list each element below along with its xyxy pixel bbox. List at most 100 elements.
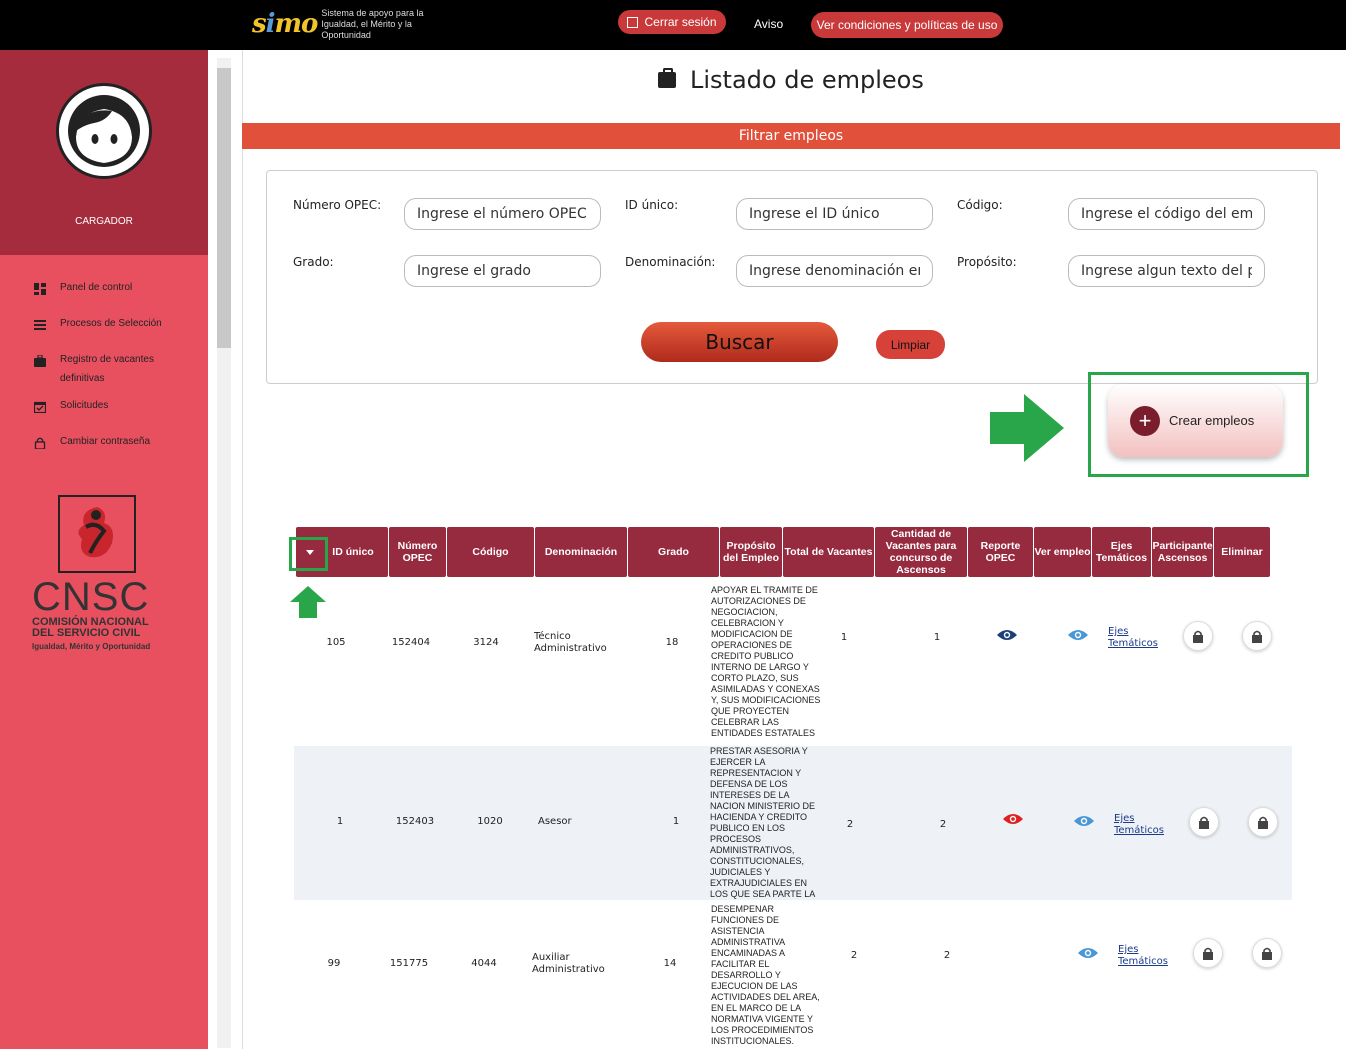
ver-empleo-eye-icon[interactable] [1078,946,1098,960]
th-denominacion[interactable]: Denominación [535,527,627,577]
lock-icon [1203,947,1213,960]
ejes-tematicos-link[interactable]: Ejes Temáticos [1118,944,1178,968]
cnsc-emblem [58,495,136,573]
cell-total-vacantes: 1 [840,632,848,643]
th-numero-opec[interactable]: Número OPEC [389,527,446,577]
crear-empleos-label: Crear empleos [1169,413,1255,428]
table-row: 105 152404 3124 Técnico Administrativo 1… [294,577,1292,746]
cell-opec: 152404 [391,637,431,648]
cell-id: 1 [336,816,344,827]
plus-icon: + [1130,405,1160,436]
sidebar-item-label: Cambiar contraseña [60,436,151,447]
cell-id: 99 [327,958,341,969]
lock-icon [34,437,46,449]
cell-proposito: DESEMPENAR FUNCIONES DE ASISTENCIA ADMIN… [711,904,820,1046]
sidebar-item-label: Procesos de Selección [60,318,162,329]
cell-total-vacantes: 2 [846,819,854,830]
ejes-tematicos-link[interactable]: Ejes Temáticos [1108,626,1168,650]
dashboard-icon [34,283,46,295]
clear-button[interactable]: Limpiar [876,330,945,359]
sidebar-item-label: Solicitudes [60,400,109,411]
cnsc-abbr: CNSC [32,575,150,619]
crear-empleos-button[interactable]: + Crear empleos [1108,384,1283,457]
top-bar: simo Sistema de apoyo para la Igualdad, … [0,0,1346,50]
proposito-input[interactable] [1068,255,1265,287]
ver-empleo-eye-icon[interactable] [1068,628,1088,642]
th-reporte-opec[interactable]: Reporte OPEC [968,527,1033,577]
cnsc-line2: DEL SERVICIO CIVIL [32,627,141,639]
th-total-vacantes[interactable]: Total de Vacantes [783,527,874,577]
cell-codigo: 4044 [471,958,497,969]
filter-header: Filtrar empleos [242,123,1340,149]
cell-opec: 151775 [389,958,429,969]
cell-denominacion: Auxiliar Administrativo [532,952,605,975]
th-proposito[interactable]: Propósito del Empleo [720,527,782,577]
grado-label: Grado: [293,255,334,269]
cell-total-vacantes: 2 [850,950,858,961]
denominacion-label: Denominación: [625,255,716,269]
th-eliminar[interactable]: Eliminar [1214,527,1270,577]
th-ver-empleo[interactable]: Ver empleo [1034,527,1091,577]
sort-caret-icon[interactable] [306,550,314,555]
sidebar: CARGADOR Panel de control Procesos de Se… [0,50,208,1049]
th-vacantes-ascensos[interactable]: Cantidad de Vacantes para concurso de As… [875,527,967,577]
terms-button[interactable]: Ver condiciones y políticas de uso [811,12,1003,38]
th-codigo[interactable]: Código [447,527,534,577]
lock-icon [1199,816,1209,829]
proposito-label: Propósito: [957,255,1017,269]
opec-label: Número OPEC: [293,198,382,212]
sidebar-item-label: Panel de control [60,282,133,293]
table-row: 1 152403 1020 Asesor 1 PRESTAR ASESORIA … [294,746,1292,900]
eliminar-lock[interactable] [1252,938,1282,968]
eliminar-lock[interactable] [1242,621,1272,651]
sidebar-profile: CARGADOR [0,50,208,255]
briefcase-icon [658,68,676,88]
cell-opec: 152403 [395,816,435,827]
id-unico-input[interactable] [736,198,933,230]
codigo-label: Código: [957,198,1003,212]
lock-icon [1258,816,1268,829]
sidebar-item-cambiar-contrasena[interactable]: Cambiar contraseña [0,432,208,468]
sidebar-item-registro-vacantes[interactable]: Registro de vacantes definitivas [0,350,208,396]
simo-logo-mark: simo [252,9,318,39]
codigo-input[interactable] [1068,198,1265,230]
th-ejes-tematicos[interactable]: Ejes Temáticos [1092,527,1151,577]
cell-grado: 1 [672,816,680,827]
cell-vacantes-ascensos: 1 [933,632,941,643]
sidebar-item-label: Registro de vacantes definitivas [60,354,154,384]
cell-proposito: APOYAR EL TRAMITE DE AUTORIZACIONES DE N… [711,585,821,738]
participante-ascensos-lock[interactable] [1193,938,1223,968]
search-button[interactable]: Buscar [641,322,838,362]
aviso-link[interactable]: Aviso [754,17,783,31]
ejes-tematicos-link[interactable]: Ejes Temáticos [1114,813,1174,837]
cell-vacantes-ascensos: 2 [943,950,951,961]
logout-button[interactable]: Cerrar sesión [618,10,726,34]
reporte-opec-eye-icon[interactable] [1003,812,1023,826]
ver-empleo-eye-icon[interactable] [1074,814,1094,828]
table-row: 99 151775 4044 Auxiliar Administrativo 1… [294,900,1292,1049]
reporte-opec-eye-icon[interactable] [997,628,1017,642]
grado-input[interactable] [404,255,601,287]
user-role: CARGADOR [75,216,133,227]
lock-icon [1252,630,1262,643]
sidebar-item-panel-control[interactable]: Panel de control [0,278,208,314]
cell-id: 105 [326,637,346,648]
briefcase-icon [34,355,46,367]
participante-ascensos-lock[interactable] [1189,807,1219,837]
page-title-text: Listado de empleos [690,66,924,94]
sidebar-item-solicitudes[interactable]: Solicitudes [0,396,208,432]
id-unico-label: ID único: [625,198,679,212]
scrollbar-thumb[interactable] [217,68,231,348]
th-participante-ascensos[interactable]: Participante Ascensos [1152,527,1213,577]
page-title: Listado de empleos [658,66,924,94]
opec-input[interactable] [404,198,601,230]
lock-icon [1262,947,1272,960]
participante-ascensos-lock[interactable] [1183,621,1213,651]
simo-logo[interactable]: simo Sistema de apoyo para la Igualdad, … [252,6,461,42]
sidebar-item-procesos[interactable]: Procesos de Selección [0,314,208,350]
list-icon [34,320,46,330]
eliminar-lock[interactable] [1248,807,1278,837]
cnsc-logo: CNSC COMISIÓN NACIONAL DEL SERVICIO CIVI… [32,495,162,651]
denominacion-input[interactable] [736,255,933,287]
th-grado[interactable]: Grado [628,527,719,577]
